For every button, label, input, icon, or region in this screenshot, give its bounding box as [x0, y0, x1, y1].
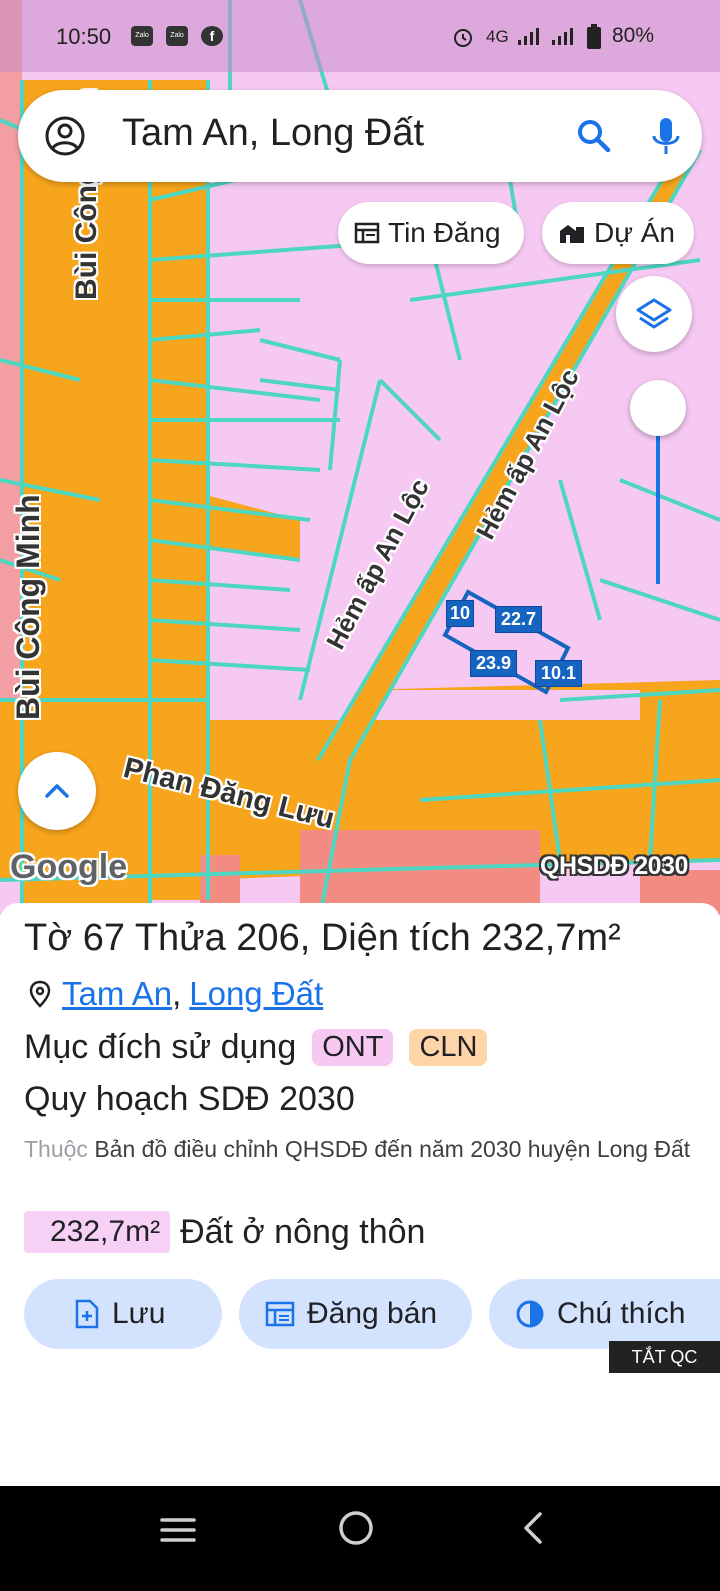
post-sale-button-label: Đăng bán	[307, 1297, 438, 1330]
building-icon	[560, 225, 584, 243]
listing-icon	[354, 222, 380, 244]
status-time: 10:50	[56, 24, 112, 49]
save-button-label: Lưu	[112, 1297, 166, 1330]
layers-button[interactable]	[616, 276, 692, 352]
dimension-label: 10.1	[535, 660, 583, 687]
close-ad-button[interactable]: TẮT QC	[609, 1341, 720, 1373]
map-layer-name: QHSDĐ 2030	[540, 852, 688, 880]
expand-sheet-button[interactable]	[18, 752, 96, 830]
area-row: 232,7m² Đất ở nông thôn	[24, 1211, 425, 1253]
parcel-info-sheet: Tờ 67 Thửa 206, Diện tích 232,7m² Tam An…	[0, 903, 720, 1486]
listings-chip[interactable]: Tin Đăng	[338, 202, 524, 264]
plan-description: Thuộc Bản đồ điều chỉnh QHSDĐ đến năm 20…	[24, 1130, 704, 1168]
zoom-slider-thumb[interactable]	[630, 380, 686, 436]
projects-chip-label: Dự Án	[594, 217, 675, 248]
post-sale-button[interactable]: Đăng bán	[239, 1279, 472, 1349]
facebook-icon: f	[201, 26, 223, 46]
street-label-bui-cong-minh: Bùi Công Minh	[10, 494, 46, 720]
contrast-icon	[516, 1300, 544, 1328]
back-icon[interactable]	[514, 1508, 554, 1548]
mic-icon[interactable]	[646, 114, 686, 158]
save-button[interactable]: Lưu	[24, 1279, 222, 1349]
zalo-icon: Zalo	[131, 26, 153, 46]
zalo-icon: Zalo	[166, 26, 188, 46]
add-file-icon	[75, 1299, 99, 1329]
parcel-location: Tam An , Long Đất	[26, 975, 323, 1013]
dimension-label: 22.7	[495, 606, 543, 633]
parcel-title: Tờ 67 Thửa 206, Diện tích 232,7m²	[24, 917, 621, 959]
search-bar[interactable]: Tam An, Long Đất	[18, 90, 702, 182]
search-icon[interactable]	[574, 116, 614, 156]
location-separator: ,	[172, 975, 182, 1012]
google-attribution: Google	[10, 848, 128, 886]
status-bar: 10:50 Zalo Zalo f 4G 80%	[0, 0, 720, 72]
district-link[interactable]: Long Đất	[189, 975, 323, 1013]
location-pin-icon	[29, 980, 51, 1008]
purpose-badge-cln: CLN	[409, 1029, 488, 1066]
chevron-up-icon	[45, 784, 69, 798]
plan-desc-text: Bản đồ điều chỉnh QHSDĐ đến năm 2030 huy…	[94, 1136, 691, 1162]
projects-chip[interactable]: Dự Án	[542, 202, 694, 264]
listings-chip-label: Tin Đăng	[388, 217, 501, 248]
network-type: 4G	[486, 27, 509, 46]
listing-icon	[265, 1301, 295, 1327]
legend-button-label: Chú thích	[557, 1297, 686, 1330]
area-value: 232,7m²	[24, 1211, 171, 1253]
home-icon[interactable]	[336, 1508, 376, 1548]
account-circle-icon[interactable]	[44, 115, 86, 157]
signal-icon	[552, 28, 573, 45]
purpose-badge-ont: ONT	[312, 1029, 394, 1066]
battery-level: 80%	[612, 24, 655, 47]
legend-button[interactable]: Chú thích	[489, 1279, 720, 1349]
signal-icon	[518, 28, 539, 45]
area-type: Đất ở nông thôn	[180, 1212, 426, 1251]
battery-icon	[587, 24, 601, 49]
purpose-label: Mục đích sử dụng	[24, 1028, 297, 1066]
menu-icon[interactable]	[158, 1510, 198, 1550]
land-use-purpose: Mục đích sử dụng ONT CLN	[24, 1028, 488, 1067]
layers-icon	[636, 298, 672, 329]
zoom-slider[interactable]	[630, 380, 686, 590]
alarm-icon	[454, 29, 472, 47]
dimension-label: 10	[446, 600, 475, 627]
system-nav-bar	[0, 1486, 720, 1591]
plan-desc-prefix: Thuộc	[24, 1136, 88, 1162]
ward-link[interactable]: Tam An	[62, 975, 172, 1013]
dimension-label: 23.9	[470, 650, 518, 677]
plan-title: Quy hoạch SDĐ 2030	[24, 1080, 355, 1118]
search-input[interactable]: Tam An, Long Đất	[122, 112, 424, 155]
